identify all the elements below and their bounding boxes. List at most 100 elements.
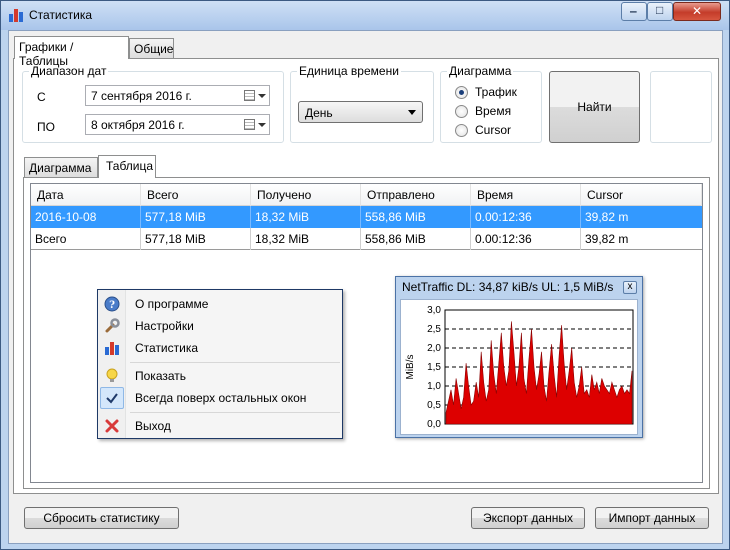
calendar-icon[interactable] xyxy=(244,90,255,101)
column-header[interactable]: Получено xyxy=(251,184,361,206)
tab-label: Общие xyxy=(134,42,174,56)
from-date-value: 7 сентября 2016 г. xyxy=(91,89,192,103)
time-unit-group: Единица времени День xyxy=(290,64,434,143)
menu-item-exit[interactable]: Выход xyxy=(100,415,340,437)
column-header[interactable]: Cursor xyxy=(581,184,702,206)
close-icon: x xyxy=(627,281,633,292)
export-data-button[interactable]: Экспорт данных xyxy=(471,507,585,529)
radio-traffic[interactable]: Трафик xyxy=(455,85,535,101)
radio-label: Трафик xyxy=(475,85,517,99)
tab-table[interactable]: Таблица xyxy=(98,155,156,178)
traffic-chart-svg: MiB/s 0,0 0,5 1,0 1,5 2,0 2,5 3,0 xyxy=(405,305,634,430)
menu-item-show[interactable]: Показать xyxy=(100,365,340,387)
column-header[interactable]: Всего xyxy=(141,184,251,206)
close-icon: ✕ xyxy=(692,4,703,18)
to-label: ПО xyxy=(37,120,55,134)
column-header[interactable]: Отправлено xyxy=(361,184,471,206)
from-label: С xyxy=(37,90,46,104)
y-tick-label: 3,0 xyxy=(427,305,441,316)
mini-window-title: NetTraffic DL: 34,87 kiB/s UL: 1,5 MiB/s xyxy=(402,280,614,294)
diagram-group: Диаграмма Трафик Время Cursor xyxy=(440,64,542,143)
maximize-button[interactable]: □ xyxy=(647,2,673,21)
to-date-value: 8 октября 2016 г. xyxy=(91,118,185,132)
time-unit-select[interactable]: День xyxy=(298,101,423,123)
y-tick-label: 2,5 xyxy=(427,324,441,335)
radio-indicator[interactable] xyxy=(455,105,468,118)
mini-close-button[interactable]: x xyxy=(623,281,637,294)
table-cell: 558,86 MiB xyxy=(361,228,471,250)
tab-charts-tables[interactable]: Графики / Таблицы xyxy=(14,36,129,68)
from-date-picker[interactable]: 7 сентября 2016 г. xyxy=(85,85,270,106)
table-cell: 577,18 MiB xyxy=(141,228,251,250)
to-date-picker[interactable]: 8 октября 2016 г. xyxy=(85,114,270,135)
menu-item-label: О программе xyxy=(135,297,209,311)
y-tick-label: 1,5 xyxy=(427,362,441,373)
table-cell: 18,32 MiB xyxy=(251,206,361,228)
tab-general[interactable]: Общие xyxy=(129,38,174,59)
import-data-button[interactable]: Импорт данных xyxy=(595,507,709,529)
y-tick-label: 2,0 xyxy=(427,343,441,354)
diagram-title: Диаграмма xyxy=(447,64,514,78)
nettraffic-mini-window[interactable]: NetTraffic DL: 34,87 kiB/s UL: 1,5 MiB/s… xyxy=(395,276,643,438)
maximize-icon: □ xyxy=(656,3,664,17)
radio-indicator[interactable] xyxy=(455,124,468,137)
bar-chart-icon xyxy=(9,9,23,22)
info-icon: ? xyxy=(104,296,120,312)
tab-diagram[interactable]: Диаграмма xyxy=(24,157,98,178)
menu-item-about[interactable]: ? О программе xyxy=(100,293,340,315)
title-bar[interactable]: Статистика ‒ □ ✕ xyxy=(1,1,729,30)
traffic-chart: MiB/s 0,0 0,5 1,0 1,5 2,0 2,5 3,0 xyxy=(400,299,638,435)
time-unit-title: Единица времени xyxy=(297,64,401,78)
lightbulb-icon xyxy=(104,368,120,384)
menu-item-label: Всегда поверх остальных окон xyxy=(135,391,307,405)
menu-item-statistics[interactable]: Статистика xyxy=(100,337,340,359)
context-menu: ? О программе Настройки Статистика Показ… xyxy=(97,289,343,439)
table-cell: 0.00:12:36 xyxy=(471,206,581,228)
table-cell: 18,32 MiB xyxy=(251,228,361,250)
bar-chart-icon xyxy=(104,340,120,356)
radio-time[interactable]: Время xyxy=(455,104,535,120)
chevron-down-icon[interactable] xyxy=(258,94,266,98)
menu-separator xyxy=(130,362,340,363)
column-header[interactable]: Дата xyxy=(31,184,141,206)
table-header: Дата Всего Получено Отправлено Время Cur… xyxy=(31,184,702,206)
y-tick-label: 0,5 xyxy=(427,400,441,411)
table-cell: 558,86 MiB xyxy=(361,206,471,228)
y-axis-label: MiB/s xyxy=(405,355,416,380)
radio-label: Cursor xyxy=(475,123,512,137)
tab-label: Таблица xyxy=(106,159,154,173)
menu-separator xyxy=(130,412,340,413)
table-cell: 577,18 MiB xyxy=(141,206,251,228)
table-cell: Всего xyxy=(31,228,141,250)
statistics-window: Статистика ‒ □ ✕ Графики / Таблицы Общие… xyxy=(0,0,730,550)
minimize-icon: ‒ xyxy=(630,4,637,18)
minimize-button[interactable]: ‒ xyxy=(621,2,647,21)
menu-item-always-on-top[interactable]: Всегда поверх остальных окон xyxy=(100,387,340,409)
chevron-down-icon xyxy=(408,110,416,115)
table-cell: 39,82 m xyxy=(585,232,629,246)
close-x-icon xyxy=(104,418,120,434)
date-range-group: Диапазон дат С 7 сентября 2016 г. ПО 8 о… xyxy=(22,64,284,143)
calendar-icon[interactable] xyxy=(244,119,255,130)
menu-item-settings[interactable]: Настройки xyxy=(100,315,340,337)
find-button[interactable]: Найти xyxy=(549,71,640,143)
table-row[interactable]: Всего 577,18 MiB 18,32 MiB 558,86 MiB 0.… xyxy=(31,228,702,250)
radio-label: Время xyxy=(475,104,512,118)
tab-label: Диаграмма xyxy=(29,161,92,175)
tab-label: Графики / Таблицы xyxy=(19,40,74,68)
empty-panel xyxy=(650,71,712,143)
wrench-icon xyxy=(104,318,120,334)
table-cell: 39,82 m xyxy=(585,210,629,224)
column-header[interactable]: Время xyxy=(471,184,581,206)
menu-item-label: Показать xyxy=(135,369,187,383)
table-cell: 2016-10-08 xyxy=(31,206,141,228)
radio-indicator[interactable] xyxy=(455,86,468,99)
table-row[interactable]: 2016-10-08 577,18 MiB 18,32 MiB 558,86 M… xyxy=(31,206,702,228)
y-tick-label: 1,0 xyxy=(427,381,441,392)
chevron-down-icon[interactable] xyxy=(258,123,266,127)
reset-statistics-button[interactable]: Сбросить статистику xyxy=(24,507,179,529)
table-cell: 0.00:12:36 xyxy=(471,228,581,250)
close-button[interactable]: ✕ xyxy=(673,2,721,21)
radio-cursor[interactable]: Cursor xyxy=(455,123,535,139)
window-title: Статистика xyxy=(29,8,93,22)
